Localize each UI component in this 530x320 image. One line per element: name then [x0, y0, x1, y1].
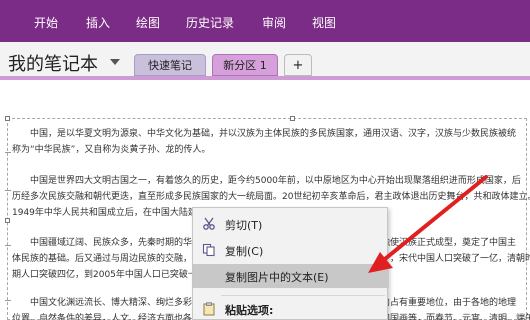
resize-handle[interactable] — [5, 218, 10, 223]
line-marker — [5, 245, 11, 246]
menu-item-copy-image-text[interactable]: 复制图片中的文本(E) — [193, 264, 389, 288]
paragraph-line: 中国是世界四大文明古国之一，有着悠久的历史，距今约5000年前，以中原地区为中心… — [30, 176, 521, 186]
copy-icon — [202, 243, 215, 257]
paragraph-line: 称为“中华民族”，又自称为炎黄子孙、龙的传人。 — [12, 145, 211, 155]
ribbon-tab-history[interactable]: 历史记录 — [186, 14, 234, 31]
line-marker — [5, 190, 11, 191]
add-section-button[interactable]: + — [284, 54, 312, 76]
notebook-title[interactable]: 我的笔记本 — [8, 50, 98, 76]
ribbon-tab-review[interactable]: 审阅 — [262, 14, 286, 31]
menu-item-label: 剪切(T) — [225, 219, 263, 232]
resize-handle[interactable] — [5, 116, 10, 121]
scissors-icon — [203, 217, 215, 230]
line-marker — [5, 300, 11, 301]
resize-handle[interactable] — [290, 116, 295, 121]
menu-item-label: 复制(C) — [225, 245, 264, 258]
ribbon-tab-draw[interactable]: 绘图 — [136, 14, 160, 31]
clipboard-icon — [203, 302, 215, 316]
ribbon-tab-home[interactable]: 开始 — [34, 14, 58, 31]
menu-separator — [221, 295, 385, 296]
ribbon-tab-bar: 文件 开始 插入 绘图 历史记录 审阅 视图 — [0, 0, 530, 42]
paragraph: 中国，是以华夏文明为源泉、中华文化为基础，并以汉族为主体民族的多民族国家，通用汉… — [12, 126, 530, 158]
ribbon-tab-insert[interactable]: 插入 — [86, 14, 110, 31]
menu-item-label: 复制图片中的文本(E) — [225, 271, 329, 284]
section-tab-new-section-1[interactable]: 新分区 1 — [212, 54, 278, 76]
menu-paste-options: 粘贴选项: — [193, 297, 389, 320]
menu-item-cut[interactable]: 剪切(T) — [193, 212, 389, 236]
paragraph-line: 中国，是以华夏文明为源泉、中华文化为基础，并以汉族为主体民族的多民族国家，通用汉… — [30, 129, 517, 139]
context-menu: 剪切(T) 复制(C) 复制图片中的文本(E) 粘贴选项: — [192, 207, 389, 320]
ribbon-tab-view[interactable]: 视图 — [312, 14, 336, 31]
chevron-down-icon[interactable] — [110, 59, 120, 65]
paragraph-line: 历经多次民族交融和朝代更迭，直至形成多民族国家的大一统局面。20世纪初辛亥革命后… — [12, 192, 530, 202]
section-tab-quick-notes[interactable]: 快速笔记 — [134, 54, 206, 76]
line-marker — [5, 152, 11, 153]
menu-item-copy[interactable]: 复制(C) — [193, 238, 389, 262]
menu-item-label: 粘贴选项: — [225, 304, 274, 317]
